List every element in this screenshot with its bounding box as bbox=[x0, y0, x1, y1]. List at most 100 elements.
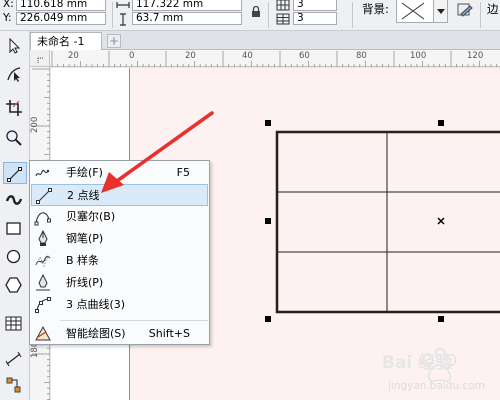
separator bbox=[268, 2, 269, 28]
menu-item-label: B 样条 bbox=[66, 254, 100, 267]
brush-curve-icon bbox=[5, 195, 23, 205]
smart-drawing-icon bbox=[35, 325, 51, 341]
rectangle-icon bbox=[6, 222, 21, 235]
menu-item-three-point-curve[interactable]: 3 点曲线(3) bbox=[31, 294, 208, 316]
selection-handle[interactable] bbox=[438, 316, 444, 322]
separator bbox=[112, 2, 113, 28]
x-position-field[interactable]: 110.618 mm bbox=[16, 0, 106, 11]
ruler-origin-icon bbox=[37, 57, 43, 63]
table-tool[interactable] bbox=[3, 313, 27, 335]
shape-edit-icon bbox=[7, 67, 21, 82]
selection-handle[interactable] bbox=[265, 218, 271, 224]
ruler-label: 20 bbox=[185, 51, 196, 61]
menu-item-bezier[interactable]: 贝塞尔(B) bbox=[31, 206, 208, 228]
selection-handle[interactable] bbox=[265, 120, 271, 126]
columns-icon bbox=[276, 0, 290, 14]
ruler-label: 80 bbox=[356, 51, 367, 61]
width-field[interactable]: 117.322 mm bbox=[132, 0, 242, 11]
rectangle-tool[interactable] bbox=[3, 218, 27, 240]
menu-item-b-spline[interactable]: B 样条 bbox=[31, 250, 208, 272]
ellipse-icon bbox=[6, 249, 21, 264]
rows-icon bbox=[276, 13, 290, 28]
ruler-label: 40 bbox=[242, 51, 253, 61]
ruler-origin[interactable] bbox=[30, 50, 50, 67]
two-point-line-icon bbox=[36, 188, 52, 204]
menu-item-label: 手绘(F) bbox=[66, 166, 103, 179]
polygon-tool[interactable] bbox=[3, 274, 27, 296]
polygon-icon bbox=[5, 277, 22, 293]
menu-item-label: 折线(P) bbox=[66, 276, 104, 289]
menu-item-label: 贝塞尔(B) bbox=[66, 210, 116, 223]
menu-item-label: 3 点曲线(3) bbox=[66, 298, 126, 311]
polyline-icon bbox=[36, 274, 50, 291]
ruler-label: 60 bbox=[299, 51, 310, 61]
menu-item-shortcut: F5 bbox=[176, 166, 190, 179]
menu-item-smart-drawing[interactable]: 智能绘图(S) Shift+S bbox=[31, 323, 208, 345]
width-icon bbox=[116, 0, 130, 14]
ruler-label: 120 bbox=[467, 51, 484, 61]
menu-item-freehand[interactable]: 手绘(F) F5 bbox=[31, 162, 208, 184]
connector-icon bbox=[6, 377, 21, 393]
y-label: Y: bbox=[3, 12, 12, 24]
pointer-icon bbox=[9, 37, 21, 54]
table-border[interactable] bbox=[275, 130, 500, 314]
dimension-icon bbox=[5, 351, 22, 367]
rows-field[interactable]: 3 bbox=[293, 12, 337, 25]
height-field[interactable]: 63.7 mm bbox=[132, 12, 242, 25]
dropdown-arrow-icon[interactable] bbox=[433, 0, 447, 22]
line-tool-icon bbox=[7, 167, 22, 182]
table-style-icon[interactable] bbox=[457, 2, 473, 21]
document-tab-bar: 未命名 -1 + bbox=[30, 31, 500, 50]
background-fill-select[interactable] bbox=[396, 0, 448, 23]
height-icon bbox=[117, 13, 129, 29]
curve-tools-flyout: 手绘(F) F5 2 点线 贝塞尔(B) 钢笔(P) B 样条 折线(P) 3 … bbox=[29, 160, 210, 345]
crop-icon bbox=[6, 100, 22, 116]
menu-item-two-point-line[interactable]: 2 点线 bbox=[31, 184, 208, 206]
background-label: 背景: bbox=[362, 2, 389, 16]
separator bbox=[480, 2, 481, 28]
center-marker-icon bbox=[437, 217, 445, 225]
bezier-icon bbox=[34, 212, 51, 226]
dimension-tool[interactable] bbox=[3, 348, 27, 370]
lock-ratio-icon[interactable] bbox=[250, 5, 262, 21]
menu-item-polyline[interactable]: 折线(P) bbox=[31, 272, 208, 294]
watermark-text: Bai 经验 bbox=[382, 353, 453, 373]
ruler-label: 0 bbox=[129, 51, 135, 61]
menu-item-label: 智能绘图(S) bbox=[66, 327, 126, 340]
cut-off-label: 边 bbox=[487, 2, 499, 16]
horizontal-ruler[interactable]: 20 0 20 40 60 80 100 120 bbox=[50, 50, 500, 67]
no-fill-icon bbox=[401, 2, 425, 20]
ruler-label: 100 bbox=[410, 51, 427, 61]
selection-handle[interactable] bbox=[438, 120, 444, 126]
table-icon bbox=[5, 316, 22, 331]
tab-document[interactable]: 未命名 -1 bbox=[30, 32, 102, 50]
pick-tool[interactable] bbox=[3, 35, 27, 57]
menu-item-pen[interactable]: 钢笔(P) bbox=[31, 228, 208, 250]
watermark-domain: jingyan.baidu.com bbox=[388, 380, 485, 392]
menu-item-shortcut: Shift+S bbox=[148, 327, 190, 340]
magnifier-icon bbox=[6, 130, 22, 146]
menu-item-label: 2 点线 bbox=[67, 189, 100, 202]
artistic-media-tool[interactable] bbox=[3, 189, 27, 211]
columns-field[interactable]: 3 bbox=[293, 0, 337, 11]
ellipse-tool[interactable] bbox=[3, 246, 27, 268]
freehand-icon bbox=[35, 169, 50, 177]
selection-handle[interactable] bbox=[265, 316, 271, 322]
property-bar: X: 110.618 mm Y: 226.049 mm 117.322 mm 6… bbox=[0, 0, 500, 31]
add-tab-button[interactable]: + bbox=[107, 34, 121, 48]
toolbox bbox=[0, 31, 30, 400]
menu-item-label: 钢笔(P) bbox=[66, 232, 104, 245]
shape-tool[interactable] bbox=[3, 63, 27, 85]
y-position-field[interactable]: 226.049 mm bbox=[16, 12, 106, 25]
pen-icon bbox=[38, 230, 48, 246]
baidu-watermark: Bai 经验 jingyan.baidu.com bbox=[330, 340, 500, 398]
ruler-label: 200 bbox=[30, 116, 40, 133]
menu-separator bbox=[60, 320, 208, 321]
crop-tool[interactable] bbox=[3, 97, 27, 119]
freehand-tool-group[interactable] bbox=[3, 162, 27, 184]
connector-tool[interactable] bbox=[3, 374, 27, 396]
three-point-curve-icon bbox=[35, 297, 51, 313]
separator bbox=[352, 2, 353, 28]
zoom-tool[interactable] bbox=[3, 127, 27, 149]
ruler-label: 20 bbox=[68, 51, 79, 61]
